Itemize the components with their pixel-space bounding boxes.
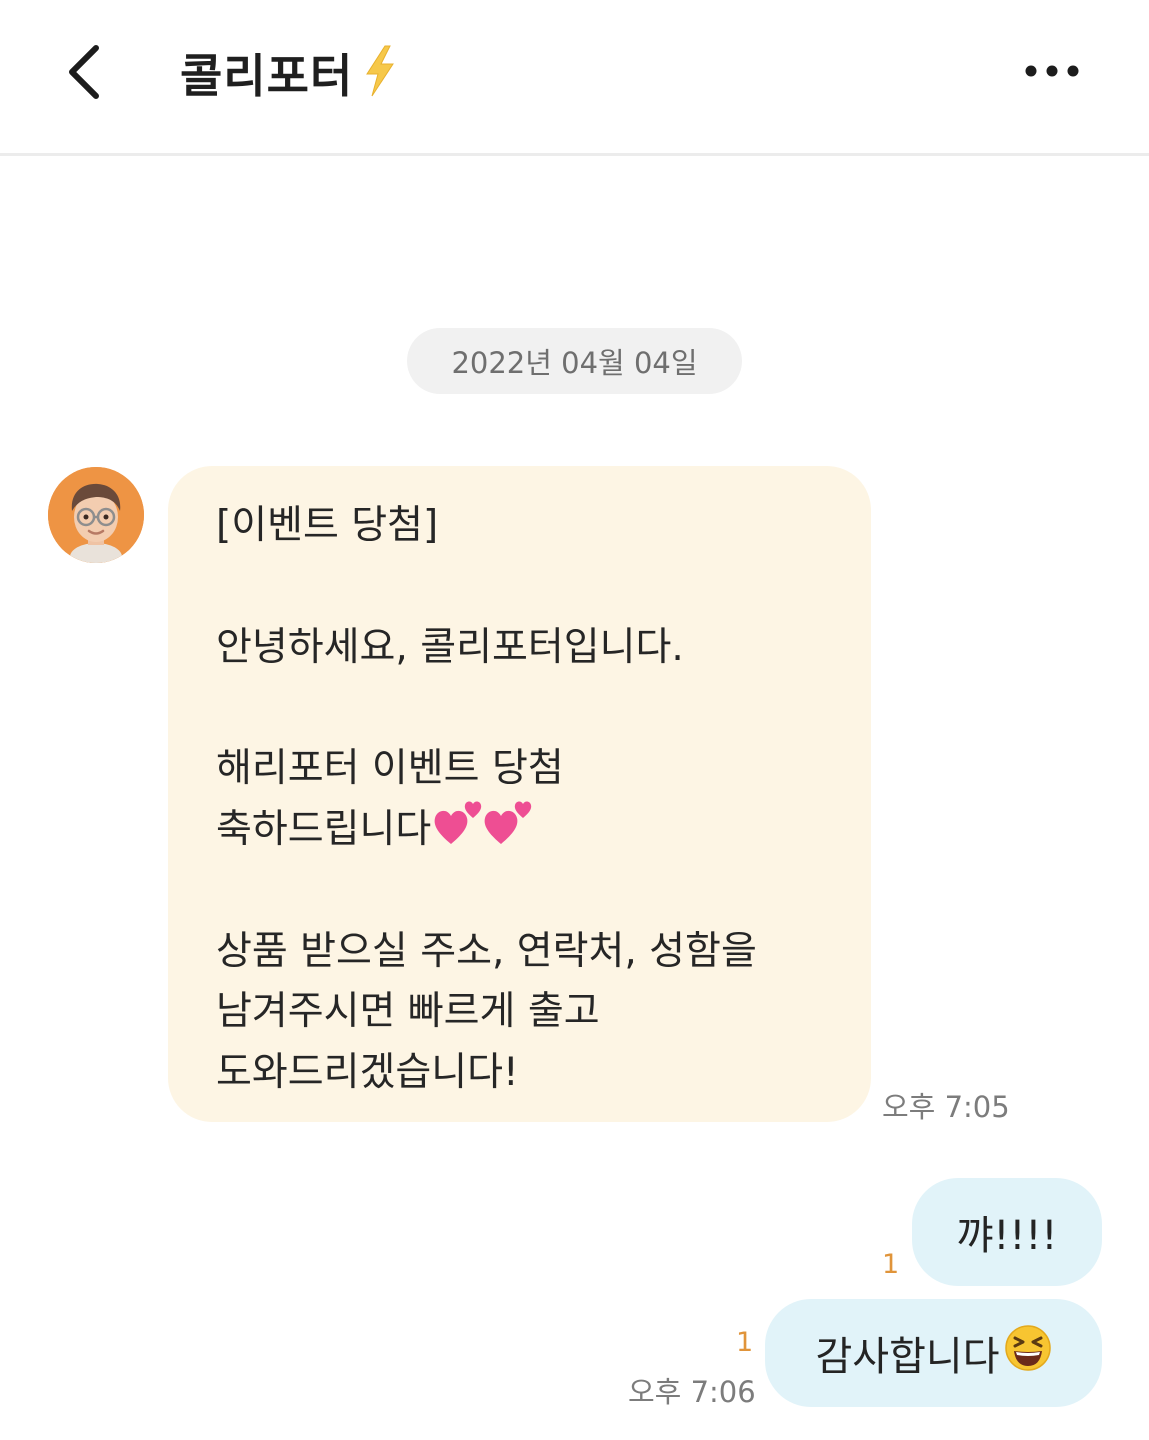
more-options-button[interactable]: [1020, 55, 1086, 87]
outgoing-message-bubble[interactable]: 감사합니다: [765, 1299, 1102, 1407]
outgoing-message-time: 오후 7:06: [628, 1375, 756, 1409]
two-hearts-icon: [433, 800, 535, 867]
message-line: 해리포터 이벤트 당첨: [216, 746, 564, 792]
message-line: 상품 받으실 주소, 연락처, 성함을: [216, 928, 757, 974]
unread-count: 1: [882, 1249, 900, 1280]
chat-title: 콜리포터: [180, 49, 354, 103]
chevron-left-icon: [69, 45, 99, 99]
sender-avatar[interactable]: [48, 467, 144, 563]
message-line-text: 축하드립니다: [216, 806, 432, 852]
outgoing-message-text: 감사합니다: [815, 1334, 1000, 1380]
unread-count: 1: [736, 1327, 754, 1358]
message-line: [216, 678, 823, 739]
memoji-avatar-icon: [48, 467, 144, 563]
chat-title-group: 콜리포터: [180, 38, 397, 108]
incoming-message-time: 오후 7:05: [882, 1090, 1010, 1124]
more-horizontal-icon: [1025, 65, 1079, 77]
message-line: 남겨주시면 빠르게 출고: [216, 989, 600, 1035]
back-button[interactable]: [56, 40, 116, 104]
outgoing-message-text: 꺄!!!!: [956, 1213, 1058, 1259]
date-divider: 2022년 04월 04일: [407, 328, 742, 394]
lightning-bolt-icon: [363, 44, 397, 102]
laughing-face-icon: [1004, 1324, 1052, 1382]
chat-header: 콜리포터: [0, 0, 1149, 156]
outgoing-message-bubble[interactable]: 꺄!!!!: [912, 1178, 1102, 1286]
incoming-message-bubble[interactable]: [이벤트 당첨] 안녕하세요, 콜리포터입니다. 해리포터 이벤트 당첨 축하드…: [168, 466, 871, 1122]
message-line-with-emoji: 축하드립니다: [216, 800, 823, 861]
message-line: 안녕하세요, 콜리포터입니다.: [216, 624, 684, 670]
message-line: [216, 861, 823, 922]
message-line: [이벤트 당첨]: [216, 503, 439, 548]
message-line: [216, 557, 823, 618]
message-line: 도와드리겠습니다!: [216, 1050, 519, 1096]
